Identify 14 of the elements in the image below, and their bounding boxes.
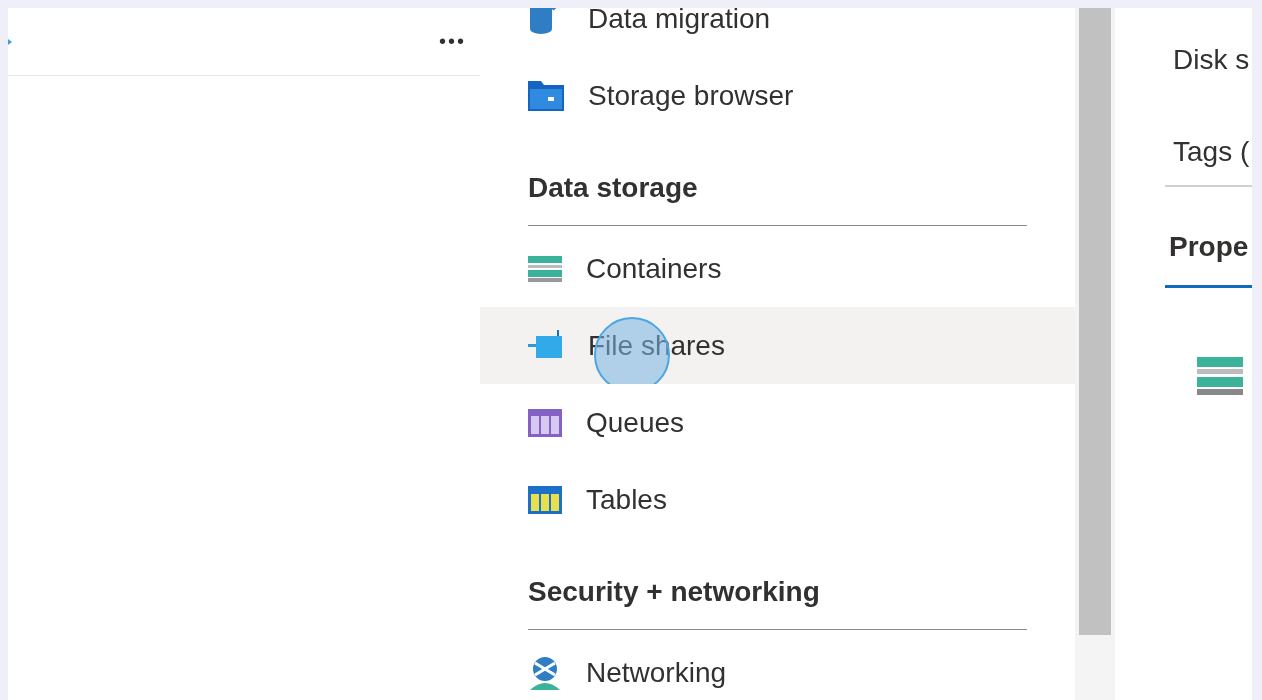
section-heading: Security + networking	[528, 575, 821, 609]
grid-icon	[528, 408, 562, 437]
scrollbar-thumb[interactable]	[1079, 8, 1111, 635]
stack-icon	[1197, 357, 1243, 397]
more-button[interactable]: •••	[439, 30, 480, 53]
field-label: Disk s	[1172, 43, 1251, 77]
tab[interactable]: Prope	[1165, 230, 1252, 288]
partial-icon	[8, 38, 12, 45]
stack-icon	[528, 255, 562, 282]
globe-icon	[528, 655, 562, 690]
table-icon	[528, 485, 562, 514]
section-heading: Data storage	[528, 171, 699, 205]
field-label: Tags (	[1172, 135, 1251, 169]
folder-icon	[528, 80, 564, 111]
